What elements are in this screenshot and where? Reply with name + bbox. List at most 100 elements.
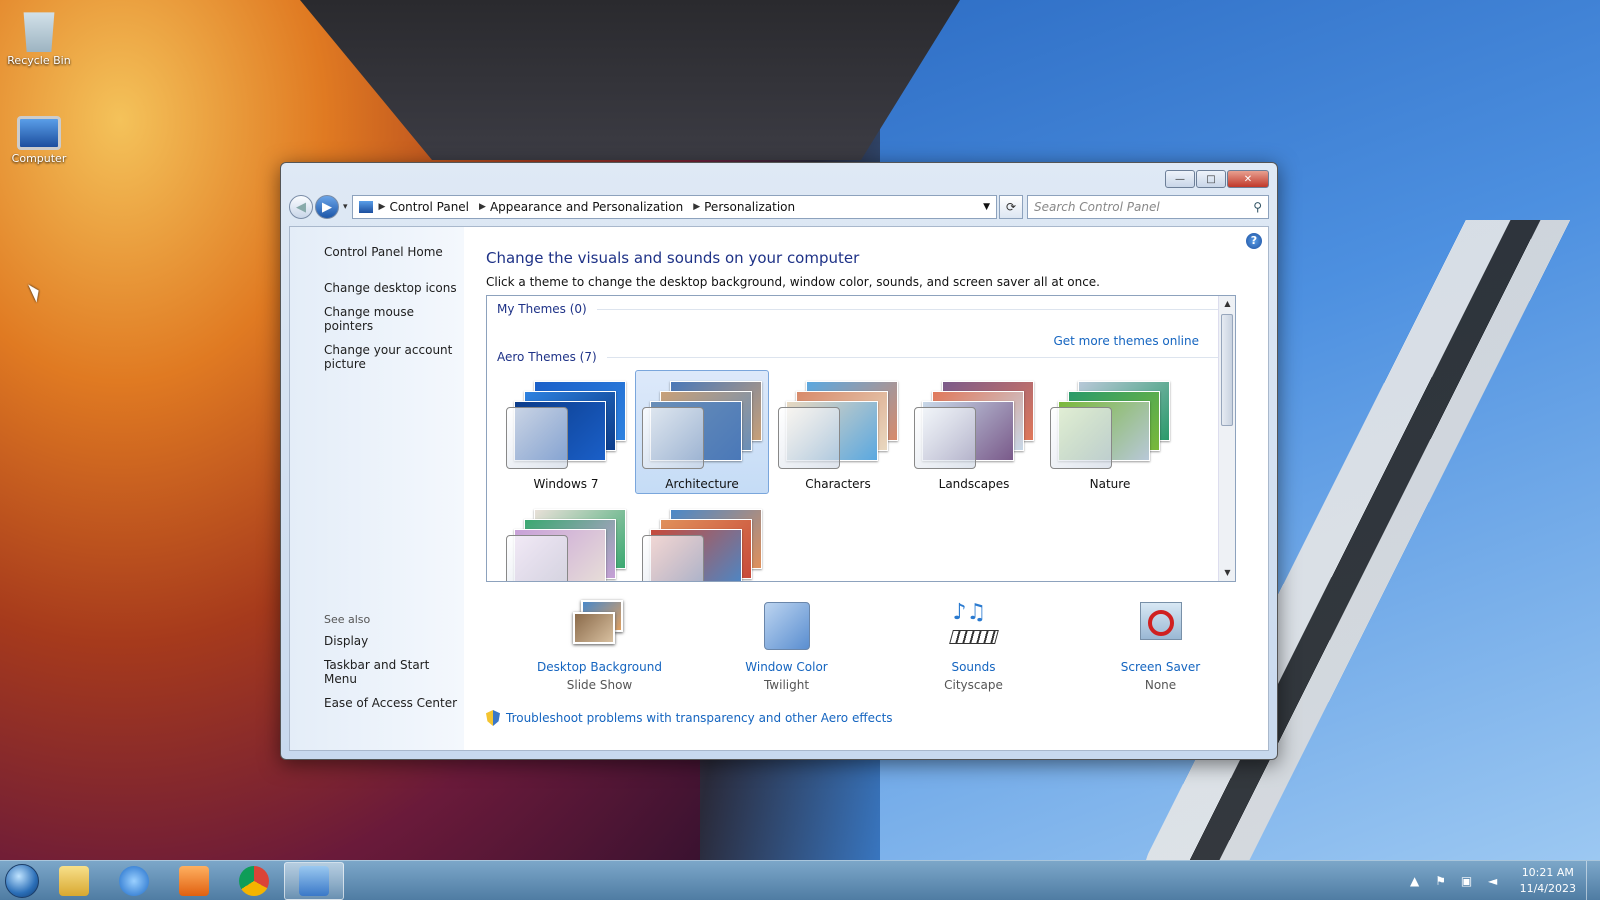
taskbar: ▲ ⚑ ▣ ◄ 10:21 AM 11/4/2023 <box>0 860 1600 900</box>
refresh-button[interactable]: ⟳ <box>999 195 1023 219</box>
theme-label: Architecture <box>665 477 739 491</box>
windows-orb-icon <box>5 863 39 898</box>
theme-main.themes_row2-1[interactable] <box>635 498 769 581</box>
search-input[interactable]: Search Control Panel ⚲ <box>1027 195 1269 219</box>
address-bar[interactable]: ▶ Control Panel ▶ Appearance and Persona… <box>351 195 997 219</box>
show-desktop-button[interactable] <box>1586 860 1600 900</box>
sounds-value: Cityscape <box>944 678 1003 692</box>
get-more-themes-link[interactable]: Get more themes online <box>1053 334 1199 348</box>
breadcrumb-separator[interactable]: ▶ <box>479 202 486 212</box>
change-account-picture-link[interactable]: Change your account picture <box>324 343 464 371</box>
screen-saver-value: None <box>1144 678 1177 692</box>
sounds-icon: ♪♫ <box>947 600 1001 654</box>
show-hidden-icons-icon[interactable]: ▲ <box>1407 874 1423 888</box>
window-color-tile[interactable]: Window Color Twilight <box>693 600 880 692</box>
taskbar-explorer[interactable] <box>44 862 104 900</box>
scroll-thumb[interactable] <box>1221 314 1233 426</box>
control-panel-icon <box>299 865 329 896</box>
desktop-background-tile[interactable]: Desktop Background Slide Show <box>506 600 693 692</box>
computer-desktop-icon[interactable]: Computer <box>4 116 74 165</box>
theme-window-color-preview <box>1050 407 1112 469</box>
desktop-background-icon <box>572 600 627 654</box>
screen-saver-label[interactable]: Screen Saver <box>1067 660 1254 674</box>
theme-thumbnail <box>640 507 764 581</box>
recent-pages-dropdown[interactable]: ▾ <box>343 202 348 212</box>
scroll-up-icon[interactable]: ▲ <box>1219 296 1235 312</box>
scroll-down-icon[interactable]: ▼ <box>1219 565 1235 581</box>
see-also-section: See also Display Taskbar and Start Menu … <box>324 613 464 720</box>
intro-text: Click a theme to change the desktop back… <box>486 275 1100 289</box>
windows-explorer-icon <box>59 865 89 896</box>
theme-list[interactable]: My Themes (0) Get more themes online Aer… <box>486 295 1236 582</box>
maximize-button[interactable]: □ <box>1196 170 1226 188</box>
aero-themes-row-2 <box>487 494 1235 581</box>
theme-landscapes[interactable]: Landscapes <box>907 370 1041 494</box>
main-pane: ? Change the visuals and sounds on your … <box>464 227 1268 750</box>
taskbar-media-player[interactable] <box>164 862 224 900</box>
minimize-button[interactable]: — <box>1165 170 1195 188</box>
theme-windows-7[interactable]: Windows 7 <box>499 370 633 494</box>
theme-thumbnail <box>640 379 764 471</box>
start-button[interactable] <box>0 861 44 900</box>
clock[interactable]: 10:21 AM 11/4/2023 <box>1520 865 1576 897</box>
troubleshoot-label[interactable]: Troubleshoot problems with transparency … <box>506 711 893 725</box>
sounds-tile[interactable]: ♪♫ Sounds Cityscape <box>880 600 1067 692</box>
action-center-icon[interactable]: ⚑ <box>1433 874 1449 888</box>
breadcrumb-control-panel[interactable]: Control Panel <box>389 200 469 214</box>
theme-main.themes_row2-0[interactable] <box>499 498 633 581</box>
theme-window-color-preview <box>642 407 704 469</box>
search-placeholder: Search Control Panel <box>1034 200 1160 214</box>
close-button[interactable]: ✕ <box>1227 170 1269 188</box>
media-player-icon <box>179 865 209 896</box>
change-mouse-pointers-link[interactable]: Change mouse pointers <box>324 305 464 333</box>
breadcrumb-separator[interactable]: ▶ <box>379 202 386 212</box>
desktop-background-value: Slide Show <box>566 678 633 692</box>
volume-muted-icon[interactable]: ◄ <box>1485 874 1501 888</box>
clock-time: 10:21 AM <box>1521 865 1574 879</box>
search-icon[interactable]: ⚲ <box>1253 200 1262 214</box>
display-link[interactable]: Display <box>324 634 464 648</box>
help-icon[interactable]: ? <box>1246 233 1262 249</box>
desktop-background-label[interactable]: Desktop Background <box>506 660 693 674</box>
aero-themes-row: Windows 7 Architecture Characters Landscape… <box>487 364 1235 494</box>
taskbar-ie[interactable] <box>104 862 164 900</box>
computer-label: Computer <box>11 152 67 165</box>
breadcrumb-personalization[interactable]: Personalization <box>704 200 795 214</box>
change-desktop-icons-link[interactable]: Change desktop icons <box>324 281 464 295</box>
back-button[interactable]: ◀ <box>289 195 313 219</box>
theme-architecture[interactable]: Architecture <box>635 370 769 494</box>
control-panel-home-link[interactable]: Control Panel Home <box>324 245 464 259</box>
shield-icon <box>486 710 500 726</box>
theme-nature[interactable]: Nature <box>1043 370 1177 494</box>
theme-label: Windows 7 <box>533 477 599 491</box>
content-area: Control Panel Home Change desktop icons … <box>289 226 1269 751</box>
recycle-bin-icon <box>23 12 55 52</box>
network-icon[interactable]: ▣ <box>1459 874 1475 888</box>
theme-characters[interactable]: Characters <box>771 370 905 494</box>
forward-button[interactable]: ▶ <box>315 195 339 219</box>
recycle-bin-desktop-icon[interactable]: Recycle Bin <box>4 8 74 67</box>
screen-saver-tile[interactable]: Screen Saver None <box>1067 600 1254 692</box>
window-color-label[interactable]: Window Color <box>693 660 880 674</box>
control-panel-small-icon <box>358 201 373 213</box>
theme-list-scrollbar[interactable]: ▲ ▼ <box>1218 296 1235 581</box>
chrome-icon <box>239 865 269 896</box>
taskbar-start-menu-link[interactable]: Taskbar and Start Menu <box>324 658 464 686</box>
breadcrumb-separator[interactable]: ▶ <box>693 202 700 212</box>
taskbar-control-panel[interactable] <box>284 861 344 900</box>
breadcrumb-appearance[interactable]: Appearance and Personalization <box>490 200 683 214</box>
theme-thumbnail <box>1048 379 1172 471</box>
address-dropdown-icon[interactable]: ▼ <box>983 202 990 212</box>
navigation-bar: ◀ ▶ ▾ ▶ Control Panel ▶ Appearance and P… <box>289 194 1269 220</box>
theme-label: Landscapes <box>938 477 1010 491</box>
ease-of-access-link[interactable]: Ease of Access Center <box>324 696 464 710</box>
taskbar-chrome[interactable] <box>224 862 284 900</box>
refresh-icon: ⟳ <box>1005 200 1017 214</box>
troubleshoot-link[interactable]: Troubleshoot problems with transparency … <box>486 710 1254 726</box>
screen-saver-icon <box>1134 600 1188 654</box>
sounds-label[interactable]: Sounds <box>880 660 1067 674</box>
personalization-window: — □ ✕ ◀ ▶ ▾ ▶ Control Panel ▶ Appearance… <box>280 162 1278 760</box>
theme-label: Nature <box>1089 477 1131 491</box>
theme-window-color-preview <box>914 407 976 469</box>
my-themes-header[interactable]: My Themes (0) <box>487 296 1235 316</box>
